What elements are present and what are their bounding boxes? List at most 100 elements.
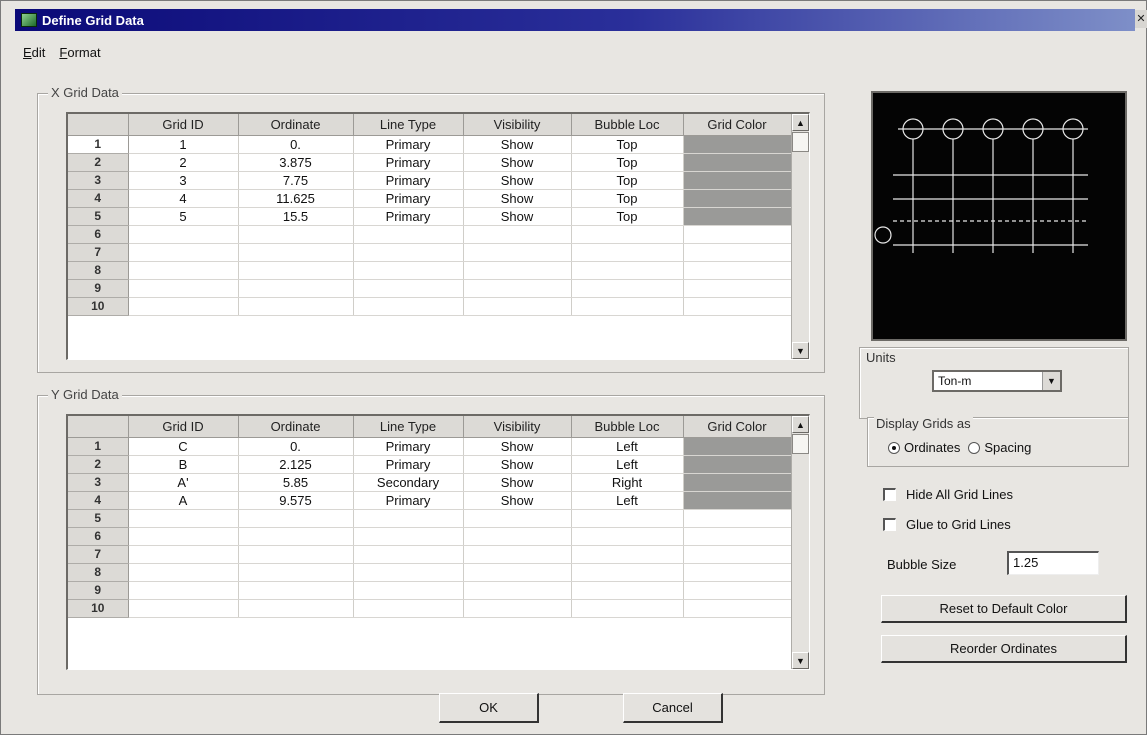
empty-cell[interactable]: [128, 225, 239, 244]
grid-color-cell[interactable]: [683, 135, 792, 154]
empty-cell[interactable]: [353, 509, 464, 528]
grid-color-cell[interactable]: [683, 491, 792, 510]
grid-color-cell[interactable]: [683, 153, 792, 172]
line-type-cell[interactable]: Primary: [353, 455, 464, 474]
table-row[interactable]: 2 B 2.125 Primary Show Left: [68, 455, 792, 474]
empty-cell[interactable]: [683, 279, 792, 298]
column-header-bubble-loc[interactable]: Bubble Loc: [571, 416, 684, 438]
empty-cell[interactable]: [128, 527, 239, 546]
bubble-loc-cell[interactable]: Left: [571, 437, 684, 456]
ordinate-cell[interactable]: 2.125: [238, 455, 354, 474]
x-grid-scrollbar[interactable]: ▲ ▼: [791, 114, 809, 359]
table-row[interactable]: 7: [68, 545, 792, 564]
empty-cell[interactable]: [463, 527, 572, 546]
row-number[interactable]: 3: [68, 473, 129, 492]
empty-cell[interactable]: [353, 545, 464, 564]
empty-cell[interactable]: [353, 527, 464, 546]
empty-cell[interactable]: [683, 297, 792, 316]
table-row[interactable]: 8: [68, 563, 792, 582]
row-number[interactable]: 1: [68, 437, 129, 456]
scroll-up-icon[interactable]: ▲: [792, 416, 809, 433]
scroll-down-icon[interactable]: ▼: [792, 652, 809, 669]
empty-cell[interactable]: [238, 225, 354, 244]
ordinate-cell[interactable]: 15.5: [238, 207, 354, 226]
row-number[interactable]: 8: [68, 261, 129, 280]
menu-format[interactable]: Format: [59, 45, 100, 60]
radio-unselected-icon[interactable]: [968, 442, 981, 454]
empty-cell[interactable]: [353, 243, 464, 262]
empty-cell[interactable]: [238, 563, 354, 582]
empty-cell[interactable]: [238, 545, 354, 564]
table-row[interactable]: 6: [68, 225, 792, 244]
empty-cell[interactable]: [463, 545, 572, 564]
bubble-loc-cell[interactable]: Left: [571, 455, 684, 474]
empty-cell[interactable]: [353, 261, 464, 280]
empty-cell[interactable]: [353, 279, 464, 298]
column-header-line-type[interactable]: Line Type: [353, 114, 464, 136]
visibility-cell[interactable]: Show: [463, 153, 572, 172]
visibility-cell[interactable]: Show: [463, 207, 572, 226]
visibility-cell[interactable]: Show: [463, 135, 572, 154]
scroll-up-icon[interactable]: ▲: [792, 114, 809, 131]
grid-id-cell[interactable]: 4: [128, 189, 239, 208]
empty-cell[interactable]: [128, 509, 239, 528]
hide-all-grid-lines-checkbox[interactable]: [883, 488, 896, 501]
empty-cell[interactable]: [238, 527, 354, 546]
bubble-loc-cell[interactable]: Top: [571, 207, 684, 226]
table-row[interactable]: 1 1 0. Primary Show Top: [68, 135, 792, 154]
empty-cell[interactable]: [463, 225, 572, 244]
ordinate-cell[interactable]: 7.75: [238, 171, 354, 190]
table-row[interactable]: 9: [68, 279, 792, 298]
column-header-visibility[interactable]: Visibility: [463, 416, 572, 438]
ordinate-cell[interactable]: 3.875: [238, 153, 354, 172]
menu-edit[interactable]: Edit: [23, 45, 45, 60]
table-row[interactable]: 4 4 11.625 Primary Show Top: [68, 189, 792, 208]
empty-cell[interactable]: [683, 599, 792, 618]
scroll-thumb[interactable]: [792, 132, 809, 152]
column-header-grid-color[interactable]: Grid Color: [683, 114, 792, 136]
table-row[interactable]: 3 3 7.75 Primary Show Top: [68, 171, 792, 190]
empty-cell[interactable]: [238, 261, 354, 280]
visibility-cell[interactable]: Show: [463, 189, 572, 208]
column-header-grid-color[interactable]: Grid Color: [683, 416, 792, 438]
visibility-cell[interactable]: Show: [463, 437, 572, 456]
bubble-loc-cell[interactable]: Top: [571, 135, 684, 154]
empty-cell[interactable]: [683, 581, 792, 600]
line-type-cell[interactable]: Primary: [353, 153, 464, 172]
empty-cell[interactable]: [571, 509, 684, 528]
line-type-cell[interactable]: Primary: [353, 437, 464, 456]
empty-cell[interactable]: [128, 599, 239, 618]
empty-cell[interactable]: [571, 599, 684, 618]
empty-cell[interactable]: [571, 545, 684, 564]
reorder-ordinates-button[interactable]: Reorder Ordinates: [881, 635, 1127, 663]
table-row[interactable]: 6: [68, 527, 792, 546]
table-row[interactable]: 8: [68, 261, 792, 280]
bubble-loc-cell[interactable]: Right: [571, 473, 684, 492]
close-icon[interactable]: ✕: [1135, 10, 1147, 28]
empty-cell[interactable]: [463, 509, 572, 528]
grid-color-cell[interactable]: [683, 455, 792, 474]
table-row[interactable]: 10: [68, 297, 792, 316]
empty-cell[interactable]: [463, 243, 572, 262]
column-header-bubble-loc[interactable]: Bubble Loc: [571, 114, 684, 136]
empty-cell[interactable]: [571, 279, 684, 298]
row-number[interactable]: 10: [68, 599, 129, 618]
line-type-cell[interactable]: Primary: [353, 171, 464, 190]
title-bar[interactable]: Define Grid Data ✕: [15, 9, 1147, 31]
empty-cell[interactable]: [238, 297, 354, 316]
empty-cell[interactable]: [238, 279, 354, 298]
empty-cell[interactable]: [353, 563, 464, 582]
empty-cell[interactable]: [128, 243, 239, 262]
empty-cell[interactable]: [353, 297, 464, 316]
empty-cell[interactable]: [463, 599, 572, 618]
row-number[interactable]: 4: [68, 189, 129, 208]
grid-preview[interactable]: [871, 91, 1127, 341]
column-header-grid-id[interactable]: Grid ID: [128, 416, 239, 438]
ordinate-cell[interactable]: 0.: [238, 437, 354, 456]
y-grid-scrollbar[interactable]: ▲ ▼: [791, 416, 809, 669]
radio-selected-icon[interactable]: [888, 442, 900, 454]
visibility-cell[interactable]: Show: [463, 491, 572, 510]
bubble-size-input[interactable]: 1.25: [1007, 551, 1099, 575]
grid-color-cell[interactable]: [683, 437, 792, 456]
grid-id-cell[interactable]: 2: [128, 153, 239, 172]
